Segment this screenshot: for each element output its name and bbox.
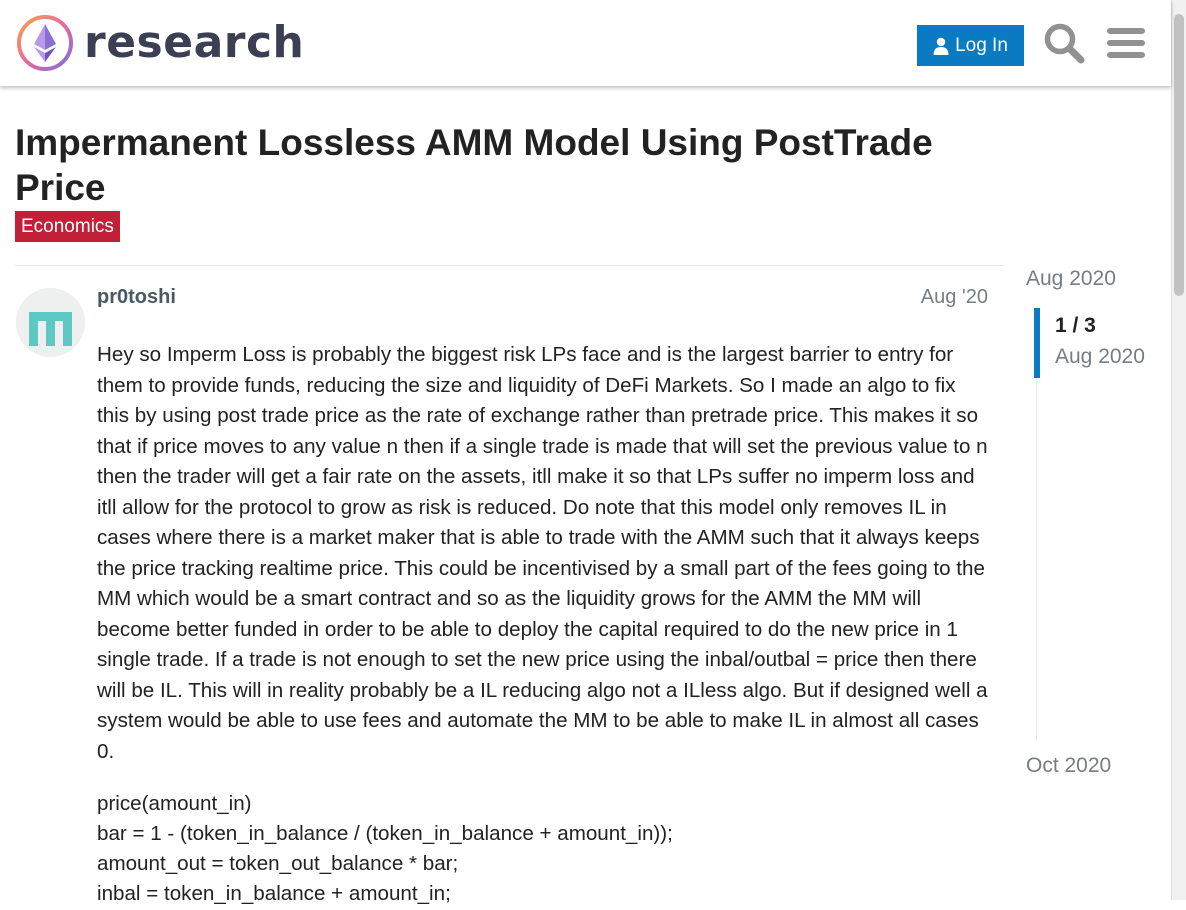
avatar[interactable] xyxy=(16,288,85,357)
logo-text: research xyxy=(84,17,305,68)
code-line: price(amount_in) xyxy=(97,792,252,815)
site-header: research Log In xyxy=(0,0,1171,86)
code-line: amount_out = token_out_balance * bar; xyxy=(97,852,459,875)
post-paragraph: Hey so Imperm Loss is probably the bigge… xyxy=(97,343,988,763)
site-logo[interactable]: research xyxy=(16,14,304,72)
title-divider xyxy=(15,265,1005,266)
timeline-handle[interactable] xyxy=(1034,308,1040,378)
post-content: Hey so Imperm Loss is probably the bigge… xyxy=(97,340,992,909)
user-icon xyxy=(933,37,949,55)
scrollbar-thumb[interactable] xyxy=(1174,14,1184,296)
hamburger-menu-icon xyxy=(1107,28,1145,58)
search-button[interactable] xyxy=(1040,19,1088,67)
avatar-letter-icon xyxy=(16,288,85,357)
code-line: bar = 1 - (token_in_balance / (token_in_… xyxy=(97,822,673,845)
timeline-start-date[interactable]: Aug 2020 xyxy=(1026,267,1116,291)
post-date[interactable]: Aug '20 xyxy=(890,286,988,309)
category-badge[interactable]: Economics xyxy=(15,211,120,242)
post-author[interactable]: pr0toshi xyxy=(97,286,176,309)
topic-title[interactable]: Impermanent Lossless AMM Model Using Pos… xyxy=(15,120,1015,210)
search-icon xyxy=(1044,23,1085,64)
hamburger-menu-button[interactable] xyxy=(1102,19,1150,67)
page-scrollbar[interactable] xyxy=(1171,0,1186,900)
post-code-lines: price(amount_in) bar = 1 - (token_in_bal… xyxy=(97,789,992,909)
code-line: inbal = token_in_balance + amount_in; xyxy=(97,882,451,905)
ethereum-research-logo-icon xyxy=(17,15,73,71)
timeline-end-date[interactable]: Oct 2020 xyxy=(1026,754,1111,778)
login-button[interactable]: Log In xyxy=(917,25,1024,66)
timeline-post-counter[interactable]: 1 / 3 xyxy=(1055,314,1096,338)
timeline-current-date: Aug 2020 xyxy=(1055,345,1145,368)
login-button-label: Log In xyxy=(955,34,1008,56)
